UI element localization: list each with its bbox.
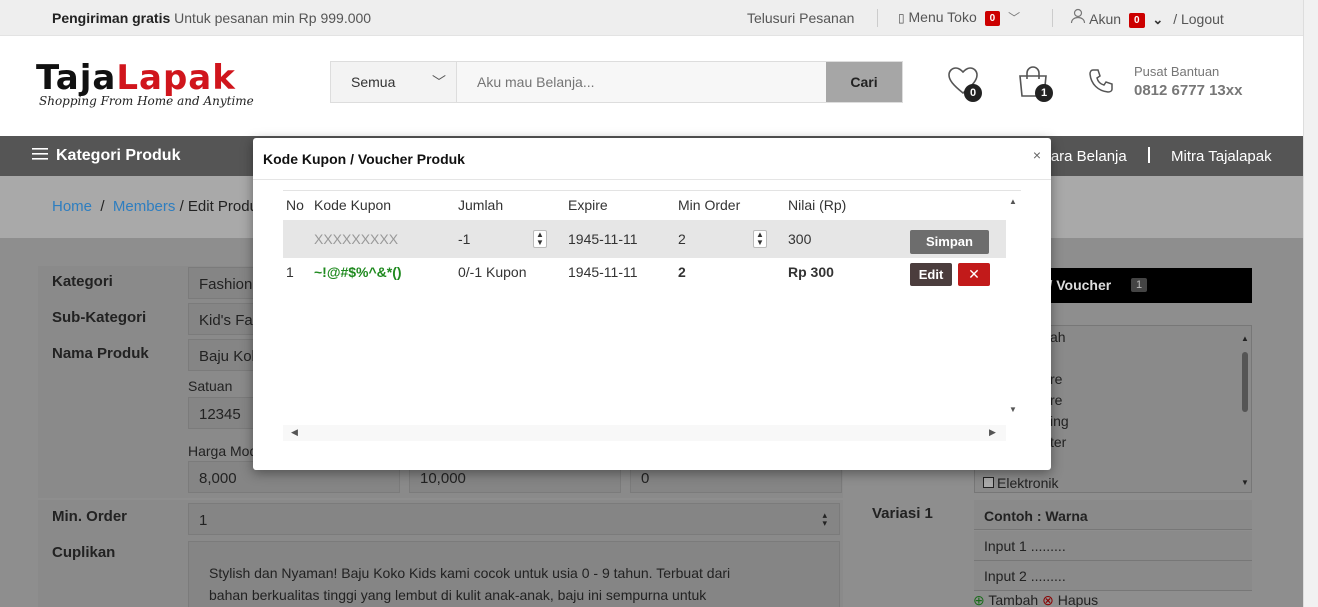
coupon-amount: 0/-1 Kupon bbox=[458, 264, 527, 280]
column-header-code: Kode Kupon bbox=[314, 197, 392, 213]
column-header-no: No bbox=[286, 197, 304, 213]
delete-button[interactable]: ✕ bbox=[958, 263, 990, 286]
coupon-expire-input[interactable]: 1945-11-11 bbox=[568, 231, 638, 247]
edit-button[interactable]: Edit bbox=[910, 263, 952, 286]
page-scrollbar[interactable] bbox=[1303, 0, 1318, 607]
row-number: 1 bbox=[286, 264, 294, 280]
coupon-min-order-input[interactable]: 2 bbox=[678, 231, 686, 247]
column-header-expire: Expire bbox=[568, 197, 608, 213]
close-icon[interactable]: × bbox=[1033, 147, 1041, 163]
coupon-min-order: 2 bbox=[678, 264, 686, 280]
grid-vertical-scrollbar[interactable]: ▲ ▼ bbox=[1006, 191, 1021, 414]
coupon-code-input[interactable]: XXXXXXXXX bbox=[314, 231, 398, 247]
column-header-value: Nilai (Rp) bbox=[788, 197, 847, 213]
grid-horizontal-scrollbar[interactable]: ◀ ▶ bbox=[283, 425, 1006, 441]
coupon-value: Rp 300 bbox=[788, 264, 834, 280]
coupon-grid: No Kode Kupon Jumlah Expire Min Order Ni… bbox=[283, 190, 1021, 441]
column-header-amount: Jumlah bbox=[458, 197, 504, 213]
save-button[interactable]: Simpan bbox=[910, 230, 989, 254]
column-header-min-order: Min Order bbox=[678, 197, 741, 213]
modal-title: Kode Kupon / Voucher Produk bbox=[263, 151, 465, 167]
modal-divider bbox=[253, 179, 1051, 180]
coupon-modal: Kode Kupon / Voucher Produk × No Kode Ku… bbox=[253, 138, 1051, 470]
new-coupon-row: XXXXXXXXX -1 ▲ ▼ 1945-11-11 2 ▲ ▼ 300 Simp… bbox=[283, 220, 1006, 258]
min-order-stepper[interactable]: ▲ ▼ bbox=[753, 230, 767, 248]
coupon-code: ~!@#$%^&*() bbox=[314, 264, 402, 280]
coupon-amount-input[interactable]: -1 bbox=[458, 231, 470, 247]
coupon-expire: 1945-11-11 bbox=[568, 264, 638, 280]
amount-stepper[interactable]: ▲ ▼ bbox=[533, 230, 547, 248]
coupon-value-input[interactable]: 300 bbox=[788, 231, 811, 247]
